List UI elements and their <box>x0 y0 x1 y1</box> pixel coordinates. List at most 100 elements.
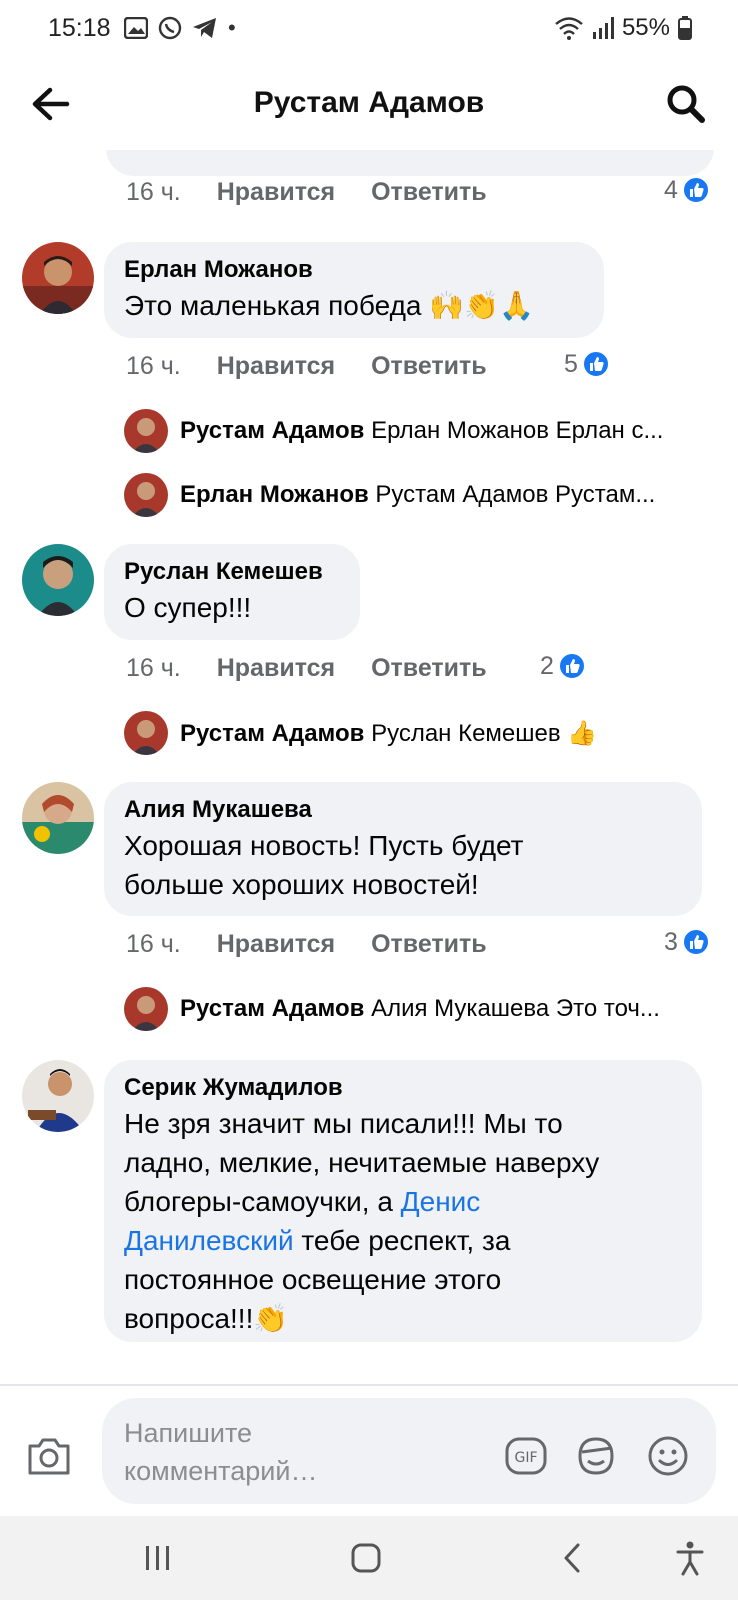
comment-text-line: ладно, мелкие, нечитаемые наверху <box>124 1147 600 1178</box>
status-right-icons: 55% <box>554 14 692 42</box>
comment-meta: 16 ч. Нравится Ответить <box>126 648 487 688</box>
reply-author: Рустам Адамов <box>180 417 365 444</box>
thumbs-up-icon <box>681 928 710 956</box>
comment-bubble[interactable]: Алия Мукашева Хорошая новость! Пусть буд… <box>104 782 702 916</box>
battery-percent: 55% <box>621 14 670 41</box>
comment-text-segment: блогеры-самоучки, а <box>124 1186 401 1217</box>
comment-text-segment: вопроса!!! <box>124 1303 254 1334</box>
comment-text-line: блогеры-самоучки, а Денис <box>124 1182 682 1221</box>
gallery-icon <box>124 17 148 39</box>
avatar[interactable] <box>22 782 94 854</box>
signal-icon <box>592 17 614 39</box>
reaction-number: 2 <box>540 651 554 680</box>
reply-button[interactable]: Ответить <box>371 352 487 381</box>
like-button[interactable]: Нравится <box>217 654 335 683</box>
telegram-icon <box>193 18 216 38</box>
comment-thread[interactable]: 16 ч. Нравится Ответить 4 Ерлан Можанов … <box>0 150 738 1385</box>
system-nav-bar <box>0 1516 738 1600</box>
thumbs-up-emoji: 👍 <box>567 719 598 747</box>
gif-button[interactable]: GIF <box>504 1434 548 1478</box>
wifi-icon <box>555 17 583 40</box>
like-button[interactable]: Нравится <box>217 352 335 381</box>
reply-text: Рустам Адамов Алия Мукашева Это точ... <box>180 995 660 1023</box>
comment-input[interactable]: Напишите комментарий… GIF <box>102 1398 716 1504</box>
comment-text-line: Хорошая новость! Пусть будет <box>124 830 524 861</box>
comment-author[interactable]: Руслан Кемешев <box>124 556 340 588</box>
nav-back-button[interactable] <box>550 1536 594 1580</box>
comment-text: Это маленькая победа 🙌👏🙏 <box>124 286 584 325</box>
reaction-number: 5 <box>564 349 578 378</box>
reaction-number: 3 <box>664 927 678 956</box>
comment-bubble[interactable]: Серик Жумадилов Не зря значит мы писали!… <box>104 1060 702 1342</box>
accessibility-icon <box>676 1541 704 1576</box>
reply-body: Алия Мукашева Это точ... <box>371 995 660 1022</box>
reaction-count[interactable]: 5 <box>564 344 610 384</box>
search-button[interactable] <box>662 80 710 128</box>
comment-meta: 16 ч. Нравится Ответить <box>126 924 487 964</box>
reply-author: Рустам Адамов <box>180 995 365 1022</box>
thumbs-up-icon <box>681 176 710 204</box>
clap-pray-emoji: 🙌👏🙏 <box>429 290 534 321</box>
reply-author: Ерлан Можанов <box>180 481 369 508</box>
reply-button[interactable]: Ответить <box>371 930 487 959</box>
comment-author[interactable]: Серик Жумадилов <box>124 1072 682 1104</box>
comment-author[interactable]: Ерлан Можанов <box>124 254 584 286</box>
accessibility-button[interactable] <box>668 1536 712 1580</box>
comment-author[interactable]: Алия Мукашева <box>124 794 682 826</box>
home-icon <box>351 1543 381 1573</box>
comment-bubble[interactable]: Руслан Кемешев О супер!!! <box>104 544 360 640</box>
reply-body: Рустам Адамов Рустам... <box>375 481 656 508</box>
sticker-button[interactable] <box>574 1434 618 1478</box>
reply-preview[interactable]: Рустам Адамов Руслан Кемешев 👍 <box>124 710 718 756</box>
reply-text: Рустам Адамов Ерлан Можанов Ерлан с... <box>180 417 663 445</box>
comment-text-line: Данилевский тебе респект, за <box>124 1221 682 1260</box>
comment-meta: 16 ч. Нравится Ответить <box>126 346 487 386</box>
reply-button[interactable]: Ответить <box>371 654 487 683</box>
comment-text-body: Это маленькая победа <box>124 290 422 321</box>
avatar <box>124 711 168 755</box>
reply-preview[interactable]: Ерлан Можанов Рустам Адамов Рустам... <box>124 472 718 518</box>
reaction-count[interactable]: 3 <box>664 922 710 962</box>
reaction-count[interactable]: 4 <box>664 170 710 210</box>
status-bar: 15:18 • 55% <box>0 0 738 58</box>
reply-text: Ерлан Можанов Рустам Адамов Рустам... <box>180 481 655 509</box>
reply-body: Ерлан Можанов Ерлан с... <box>371 417 664 444</box>
emoji-icon <box>648 1436 688 1476</box>
comment-text: О супер!!! <box>124 592 252 623</box>
camera-icon <box>28 1438 70 1475</box>
comment-input-placeholder: Напишите комментарий… <box>124 1418 318 1486</box>
like-button[interactable]: Нравится <box>217 930 335 959</box>
comment-text-segment: тебе респект, за <box>293 1225 511 1256</box>
reply-preview[interactable]: Рустам Адамов Ерлан Можанов Ерлан с... <box>124 408 718 454</box>
back-icon <box>564 1543 580 1573</box>
comment-composer: Напишите комментарий… GIF <box>0 1386 738 1516</box>
comment-time: 16 ч. <box>126 929 181 958</box>
comment-text-line: вопроса!!!👏 <box>124 1299 682 1338</box>
emoji-button[interactable] <box>646 1434 690 1478</box>
like-button[interactable]: Нравится <box>217 178 335 207</box>
comment-bubble[interactable]: Ерлан Можанов Это маленькая победа 🙌👏🙏 <box>104 242 604 338</box>
comment-meta: 16 ч. Нравится Ответить <box>126 172 487 212</box>
avatar[interactable] <box>22 242 94 314</box>
camera-button[interactable] <box>26 1436 74 1480</box>
reaction-number: 4 <box>664 175 678 204</box>
mention-link[interactable]: Денис <box>401 1186 481 1217</box>
search-icon <box>667 85 705 123</box>
avatar[interactable] <box>22 1060 94 1132</box>
reaction-count[interactable]: 2 <box>540 646 586 686</box>
status-time: 15:18 <box>48 14 111 42</box>
reply-author: Рустам Адамов <box>180 719 365 747</box>
home-button[interactable] <box>344 1536 388 1580</box>
gif-icon: GIF <box>505 1437 547 1475</box>
reply-preview[interactable]: Рустам Адамов Алия Мукашева Это точ... <box>124 986 718 1032</box>
reply-button[interactable]: Ответить <box>371 178 487 207</box>
avatar <box>124 987 168 1031</box>
dot-icon: • <box>228 15 236 40</box>
avatar[interactable] <box>22 544 94 616</box>
svg-text:GIF: GIF <box>514 1450 537 1466</box>
recent-apps-button[interactable] <box>136 1536 180 1580</box>
battery-icon <box>678 16 692 40</box>
comment-text-line: постоянное освещение этого <box>124 1264 502 1295</box>
avatar <box>124 473 168 517</box>
mention-link[interactable]: Данилевский <box>124 1225 294 1256</box>
